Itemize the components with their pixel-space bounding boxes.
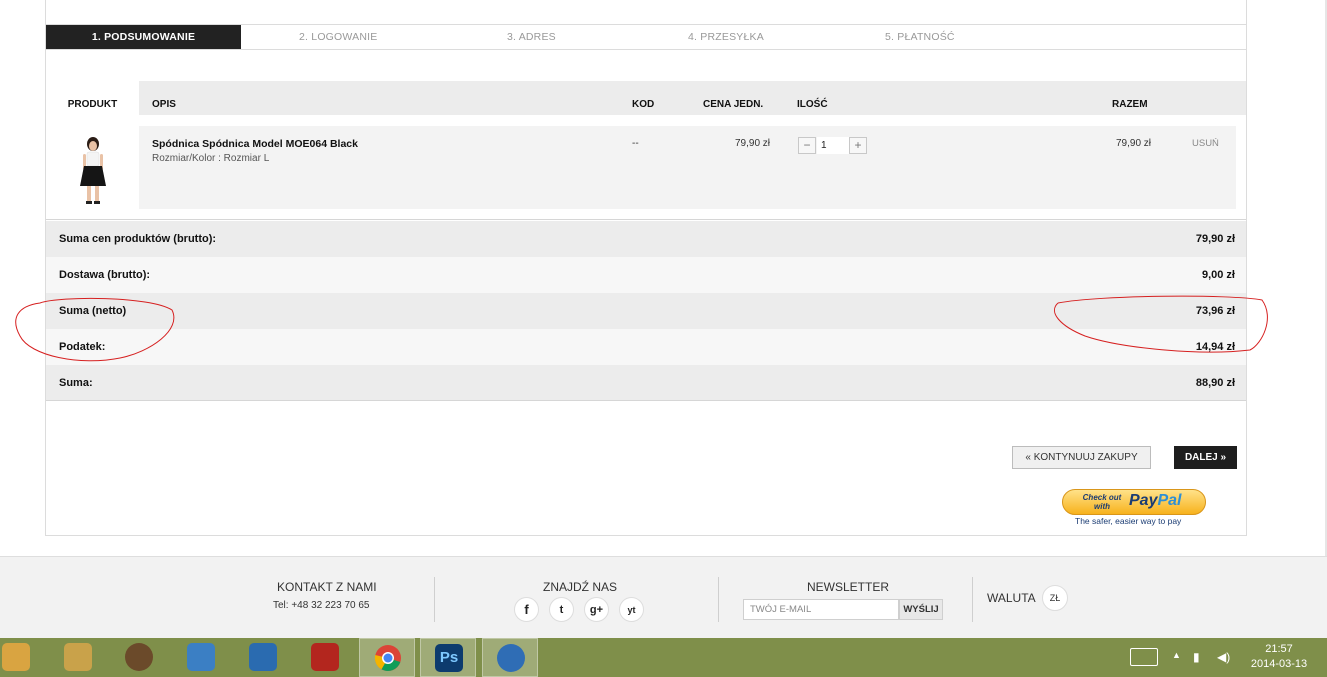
product-variant: Rozmiar/Kolor : Rozmiar L bbox=[152, 153, 270, 164]
summary-products-gross: Suma cen produktów (brutto): 79,90 zł bbox=[46, 221, 1246, 257]
col-header-description: OPIS bbox=[152, 99, 176, 110]
qty-increase-button[interactable]: + bbox=[849, 137, 867, 154]
footer-divider bbox=[718, 577, 719, 622]
tray-arrow-icon[interactable]: ▲ bbox=[1172, 650, 1181, 660]
qty-decrease-button[interactable]: − bbox=[798, 137, 816, 154]
summary-value: 79,90 zł bbox=[1195, 233, 1235, 245]
table-row: Spódnica Spódnica Model MOE064 Black Roz… bbox=[46, 126, 1236, 209]
summary-total: Suma: 88,90 zł bbox=[46, 365, 1246, 401]
divider bbox=[46, 219, 1246, 220]
product-code: -- bbox=[632, 138, 639, 149]
media-app-icon bbox=[64, 643, 92, 671]
document-app-icon bbox=[187, 643, 215, 671]
footer-divider bbox=[972, 577, 973, 622]
folder-icon bbox=[2, 643, 30, 671]
network-icon[interactable]: ▮ bbox=[1193, 650, 1200, 664]
chrome-icon bbox=[374, 645, 401, 672]
col-header-total: RAZEM bbox=[1112, 99, 1148, 110]
volume-icon[interactable]: ◀) bbox=[1217, 650, 1230, 664]
paypal-logo: PayPal bbox=[1129, 492, 1181, 510]
paypal-tagline: The safer, easier way to pay bbox=[1075, 516, 1182, 526]
cart-table-header: PRODUKT OPIS KOD CENA JEDN. ILOŚĆ RAZEM bbox=[46, 81, 1246, 115]
taskbar-explorer[interactable] bbox=[0, 638, 44, 677]
product-name[interactable]: Spódnica Spódnica Model MOE064 Black bbox=[152, 138, 358, 150]
col-header-code: KOD bbox=[632, 99, 655, 110]
product-total: 79,90 zł bbox=[1116, 138, 1152, 149]
product-thumbnail[interactable] bbox=[75, 136, 111, 206]
cart-panel: 1. PODSUMOWANIE 2. LOGOWANIE 3. ADRES 4.… bbox=[45, 0, 1247, 536]
clock-time: 21:57 bbox=[1265, 643, 1293, 655]
paypal-logo-pal: Pal bbox=[1157, 492, 1182, 509]
paypal-logo-pay: Pay bbox=[1129, 492, 1158, 509]
step-shipping[interactable]: 4. PRZESYŁKA bbox=[688, 25, 764, 49]
thunderbird-icon bbox=[497, 644, 525, 672]
summary-label: Podatek: bbox=[59, 341, 106, 353]
footer-social-title: ZNAJDŹ NAS bbox=[543, 580, 618, 594]
taskbar-clock[interactable]: 21:57 2014-03-13 bbox=[1246, 642, 1312, 672]
paypal-checkout-text: Check out with bbox=[1082, 493, 1122, 511]
newsletter-submit-button[interactable]: WYŚLIJ bbox=[899, 599, 943, 620]
step-address[interactable]: 3. ADRES bbox=[507, 25, 556, 49]
checkout-steps: 1. PODSUMOWANIE 2. LOGOWANIE 3. ADRES 4.… bbox=[46, 24, 1246, 50]
remove-link[interactable]: USUŃ bbox=[1192, 138, 1219, 149]
paypal-checkout-button[interactable]: Check out with PayPal bbox=[1062, 489, 1206, 515]
site-footer: KONTAKT Z NAMI Tel: +48 32 223 70 65 ZNA… bbox=[0, 556, 1327, 638]
summary-value: 14,94 zł bbox=[1195, 341, 1235, 353]
footer-newsletter-title: NEWSLETTER bbox=[807, 580, 890, 594]
clock-date: 2014-03-13 bbox=[1250, 658, 1308, 670]
taskbar-settings[interactable] bbox=[235, 638, 291, 677]
summary-label: Suma: bbox=[59, 377, 93, 389]
youtube-icon[interactable]: yt bbox=[619, 597, 644, 622]
power-icon bbox=[311, 643, 339, 671]
newsletter-email-input[interactable]: TWÓJ E-MAIL bbox=[743, 599, 899, 620]
step-summary[interactable]: 1. PODSUMOWANIE bbox=[46, 25, 241, 49]
taskbar-speaker[interactable] bbox=[111, 638, 167, 677]
footer-contact-title: KONTAKT Z NAMI bbox=[277, 580, 377, 594]
header-background bbox=[139, 81, 1246, 115]
next-button[interactable]: DALEJ » bbox=[1174, 446, 1237, 469]
summary-label: Suma (netto) bbox=[59, 305, 127, 317]
footer-divider bbox=[434, 577, 435, 622]
keyboard-icon[interactable] bbox=[1130, 648, 1158, 666]
currency-selector[interactable]: ZŁ bbox=[1042, 585, 1068, 611]
summary-label: Dostawa (brutto): bbox=[59, 269, 151, 281]
footer-contact-phone: Tel: +48 32 223 70 65 bbox=[273, 600, 370, 611]
speaker-app-icon bbox=[125, 643, 153, 671]
summary-label: Suma cen produktów (brutto): bbox=[59, 233, 217, 245]
summary-value: 9,00 zł bbox=[1201, 269, 1235, 281]
taskbar-chrome[interactable] bbox=[359, 638, 415, 677]
step-login[interactable]: 2. LOGOWANIE bbox=[299, 25, 377, 49]
col-header-unit-price: CENA JEDN. bbox=[703, 99, 764, 110]
photoshop-icon: Ps bbox=[435, 644, 463, 672]
step-payment[interactable]: 5. PŁATNOŚĆ bbox=[885, 25, 955, 49]
taskbar-thunderbird[interactable] bbox=[482, 638, 538, 677]
summary-net: Suma (netto) 73,96 zł bbox=[46, 293, 1246, 329]
col-header-quantity: ILOŚĆ bbox=[797, 99, 828, 110]
page: 1. PODSUMOWANIE 2. LOGOWANIE 3. ADRES 4.… bbox=[0, 0, 1327, 677]
summary-tax: Podatek: 14,94 zł bbox=[46, 329, 1246, 365]
taskbar-doc[interactable] bbox=[173, 638, 229, 677]
summary-value: 88,90 zł bbox=[1195, 377, 1235, 389]
continue-shopping-button[interactable]: « KONTYNUUJ ZAKUPY bbox=[1012, 446, 1151, 469]
taskbar-photoshop[interactable]: Ps bbox=[420, 638, 476, 677]
col-header-product: PRODUKT bbox=[46, 81, 139, 115]
facebook-icon[interactable]: f bbox=[514, 597, 539, 622]
google-plus-icon[interactable]: g+ bbox=[584, 597, 609, 622]
summary-shipping-gross: Dostawa (brutto): 9,00 zł bbox=[46, 257, 1246, 293]
qty-input[interactable]: 1 bbox=[817, 137, 849, 154]
windows-taskbar: Ps ▲ ▮ ◀) 21:57 2014-03-13 bbox=[0, 638, 1327, 677]
twitter-icon[interactable]: t bbox=[549, 597, 574, 622]
product-unit-price: 79,90 zł bbox=[735, 138, 771, 149]
settings-app-icon bbox=[249, 643, 277, 671]
taskbar-app1[interactable] bbox=[50, 638, 106, 677]
footer-currency-title: WALUTA bbox=[987, 591, 1036, 605]
summary-value: 73,96 zł bbox=[1195, 305, 1235, 317]
taskbar-power[interactable] bbox=[297, 638, 353, 677]
